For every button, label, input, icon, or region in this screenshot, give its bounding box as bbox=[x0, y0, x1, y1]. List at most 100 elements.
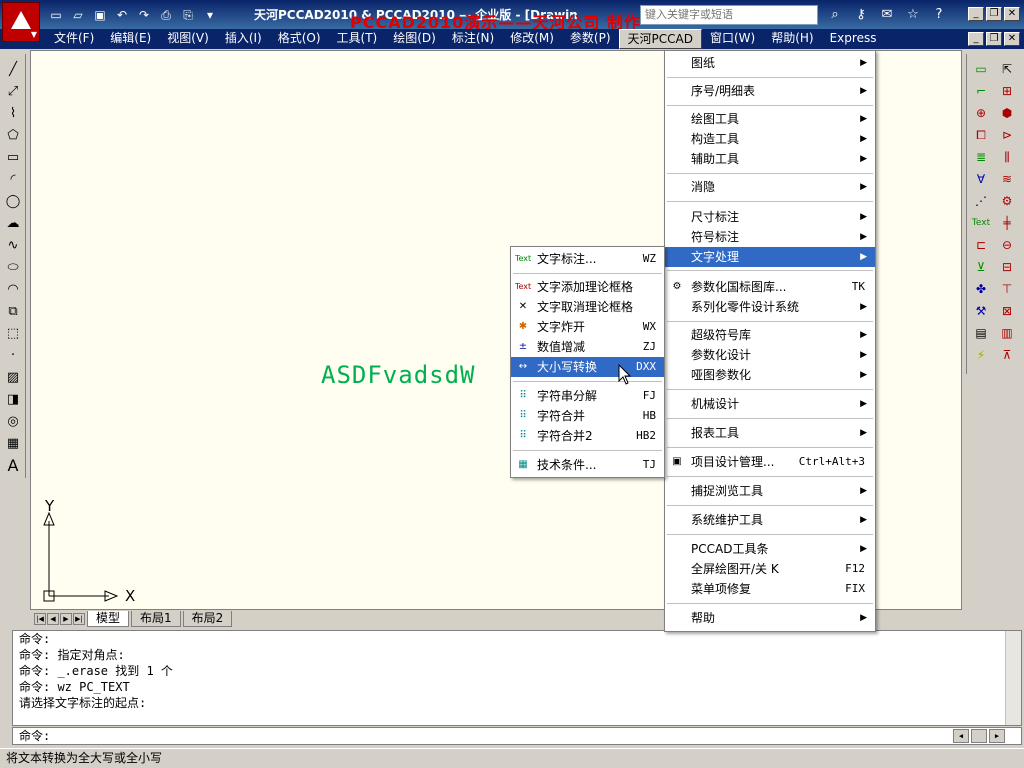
menu-express[interactable]: Express bbox=[822, 29, 885, 49]
menu-item-super-symbol[interactable]: 超级符号库 ▶ bbox=[665, 325, 875, 345]
doc-close-button[interactable]: ✕ bbox=[1004, 32, 1020, 46]
menu-edit[interactable]: 编辑(E) bbox=[102, 29, 159, 49]
save-icon[interactable]: ▣ bbox=[90, 5, 110, 25]
drawn-text-entity[interactable]: ASDFvadsdW bbox=[321, 361, 476, 389]
submenu-item-case-convert[interactable]: ↔ 大小写转换 DXX bbox=[511, 357, 664, 377]
menu-item-aux-tools[interactable]: 辅助工具 ▶ bbox=[665, 149, 875, 169]
print-preview-icon[interactable]: ⎘ bbox=[178, 5, 198, 25]
menu-item-fullscreen[interactable]: 全屏绘图开/关 K F12 bbox=[665, 559, 875, 579]
submenu-item-value-increment[interactable]: ± 数值增减 ZJ bbox=[511, 337, 664, 357]
next-tab-button[interactable]: ▶ bbox=[60, 613, 72, 625]
rivet-icon[interactable]: ⊤ bbox=[997, 280, 1017, 298]
nut-icon[interactable]: ⬢ bbox=[997, 104, 1017, 122]
menu-format[interactable]: 格式(O) bbox=[270, 29, 329, 49]
restore-button[interactable]: ❐ bbox=[986, 7, 1002, 21]
project-manage-icon[interactable]: ⚡ bbox=[971, 346, 991, 364]
open-folder-icon[interactable]: ▱ bbox=[68, 5, 88, 25]
tab-layout2[interactable]: 布局2 bbox=[182, 611, 233, 627]
menu-item-dimension[interactable]: 尺寸标注 ▶ bbox=[665, 207, 875, 227]
shaft-icon[interactable]: ⫼ bbox=[997, 148, 1017, 166]
menu-item-project-manage[interactable]: ▣ 项目设计管理... Ctrl+Alt+3 bbox=[665, 452, 875, 472]
spline-icon[interactable]: ∿ bbox=[3, 236, 23, 254]
line-icon[interactable]: ╱ bbox=[3, 60, 23, 78]
menu-item-report-tools[interactable]: 报表工具 ▶ bbox=[665, 423, 875, 443]
menu-item-snap-browse[interactable]: 捕捉浏览工具 ▶ bbox=[665, 481, 875, 501]
menu-item-help[interactable]: 帮助 ▶ bbox=[665, 608, 875, 628]
doc-minimize-button[interactable]: _ bbox=[968, 32, 984, 46]
tolerance-icon[interactable]: ⊏ bbox=[971, 236, 991, 254]
new-file-icon[interactable]: ▭ bbox=[46, 5, 66, 25]
help-search-input[interactable] bbox=[640, 5, 818, 25]
submenu-item-add-frame[interactable]: Text 文字添加理论框格 bbox=[511, 277, 664, 297]
menu-tools[interactable]: 工具(T) bbox=[329, 29, 386, 49]
tab-model[interactable]: 模型 bbox=[87, 611, 130, 627]
menu-parametric[interactable]: 参数(P) bbox=[562, 29, 619, 49]
menu-insert[interactable]: 插入(I) bbox=[217, 29, 270, 49]
region-icon[interactable]: ◎ bbox=[3, 412, 23, 430]
menu-item-mech-design[interactable]: 机械设计 ▶ bbox=[665, 394, 875, 414]
view-tool-icon[interactable]: ⇱ bbox=[997, 60, 1017, 78]
tool-settings-icon[interactable]: ⚒ bbox=[971, 302, 991, 320]
submenu-item-char-merge2[interactable]: ⠿ 字符合并2 HB2 bbox=[511, 426, 664, 446]
menu-modify[interactable]: 修改(M) bbox=[502, 29, 562, 49]
menu-item-dumb-param[interactable]: 哑图参数化 ▶ bbox=[665, 365, 875, 385]
frame-edit-icon[interactable]: ⧠ bbox=[971, 126, 991, 144]
part-list-icon[interactable]: ≣ bbox=[971, 148, 991, 166]
pin-icon[interactable]: ⊟ bbox=[997, 258, 1017, 276]
menu-item-hide[interactable]: 消隐 ▶ bbox=[665, 177, 875, 197]
circle-icon[interactable]: ◯ bbox=[3, 192, 23, 210]
hatch-icon[interactable]: ▨ bbox=[3, 368, 23, 386]
menu-window[interactable]: 窗口(W) bbox=[702, 29, 763, 49]
scroll-right-button[interactable]: ▶ bbox=[989, 729, 1005, 743]
center-mark-icon[interactable]: ⊕ bbox=[971, 104, 991, 122]
valve-icon[interactable]: ⊳ bbox=[997, 126, 1017, 144]
drawing-frame-icon[interactable]: ▭ bbox=[971, 60, 991, 78]
close-button[interactable]: ✕ bbox=[1004, 7, 1020, 21]
menu-item-pccad-toolbar[interactable]: PCCAD工具条 ▶ bbox=[665, 539, 875, 559]
scroll-left-button[interactable]: ◀ bbox=[953, 729, 969, 743]
key-part-icon[interactable]: ⊠ bbox=[997, 302, 1017, 320]
datum-icon[interactable]: ⊻ bbox=[971, 258, 991, 276]
submenu-item-string-split[interactable]: ⠿ 字符串分解 FJ bbox=[511, 386, 664, 406]
submenu-item-tech-requirements[interactable]: ▦ 技术条件... TJ bbox=[511, 455, 664, 475]
library-icon[interactable]: ✤ bbox=[971, 280, 991, 298]
binoculars-icon[interactable]: ⌕ bbox=[824, 5, 846, 25]
last-tab-button[interactable]: ▶| bbox=[73, 613, 85, 625]
plot-icon[interactable]: ⎙ bbox=[156, 5, 176, 25]
report-icon[interactable]: ▤ bbox=[971, 324, 991, 342]
menu-dimension[interactable]: 标注(N) bbox=[444, 29, 502, 49]
menu-tianhe-pccad[interactable]: 天河PCCAD bbox=[618, 29, 702, 49]
command-scrollbar[interactable] bbox=[1005, 631, 1021, 725]
submenu-item-text-annotate[interactable]: Text 文字标注... WZ bbox=[511, 249, 664, 269]
command-input[interactable]: 命令: ◀ ▶ bbox=[12, 727, 1022, 745]
arc-icon[interactable]: ◜ bbox=[3, 170, 23, 188]
doc-restore-button[interactable]: ❐ bbox=[986, 32, 1002, 46]
menu-item-bom[interactable]: 序号/明细表 ▶ bbox=[665, 81, 875, 101]
point-icon[interactable]: · bbox=[3, 346, 23, 364]
menu-file[interactable]: 文件(F) bbox=[46, 29, 102, 49]
spring-icon[interactable]: ≋ bbox=[997, 170, 1017, 188]
menu-item-menu-repair[interactable]: 菜单项修复 FIX bbox=[665, 579, 875, 599]
construction-line-icon[interactable]: ⤢ bbox=[3, 82, 23, 100]
flange-icon[interactable]: ⊼ bbox=[997, 346, 1017, 364]
submenu-item-explode-text[interactable]: ✱ 文字炸开 WX bbox=[511, 317, 664, 337]
make-block-icon[interactable]: ⬚ bbox=[3, 324, 23, 342]
application-menu-button[interactable]: ▼ bbox=[2, 2, 40, 42]
submenu-item-char-merge[interactable]: ⠿ 字符合并 HB bbox=[511, 406, 664, 426]
menu-item-param-design[interactable]: 参数化设计 ▶ bbox=[665, 345, 875, 365]
prev-tab-button[interactable]: ◀ bbox=[47, 613, 59, 625]
bearing-block-icon[interactable]: ▥ bbox=[997, 324, 1017, 342]
rectangle-icon[interactable]: ▭ bbox=[3, 148, 23, 166]
undo-icon[interactable]: ↶ bbox=[112, 5, 132, 25]
surface-finish-icon[interactable]: ∀ bbox=[971, 170, 991, 188]
help-icon[interactable]: ? bbox=[928, 5, 950, 25]
polygon-icon[interactable]: ⬠ bbox=[3, 126, 23, 144]
polyline-icon[interactable]: ⌇ bbox=[3, 104, 23, 122]
menu-item-series-parts[interactable]: 系列化零件设计系统 ▶ bbox=[665, 297, 875, 317]
menu-help[interactable]: 帮助(H) bbox=[763, 29, 821, 49]
menu-view[interactable]: 视图(V) bbox=[159, 29, 217, 49]
menu-item-symbol[interactable]: 符号标注 ▶ bbox=[665, 227, 875, 247]
multiline-text-icon[interactable]: A bbox=[3, 456, 23, 475]
menu-item-sys-maintain[interactable]: 系统维护工具 ▶ bbox=[665, 510, 875, 530]
menu-draw[interactable]: 绘图(D) bbox=[385, 29, 444, 49]
